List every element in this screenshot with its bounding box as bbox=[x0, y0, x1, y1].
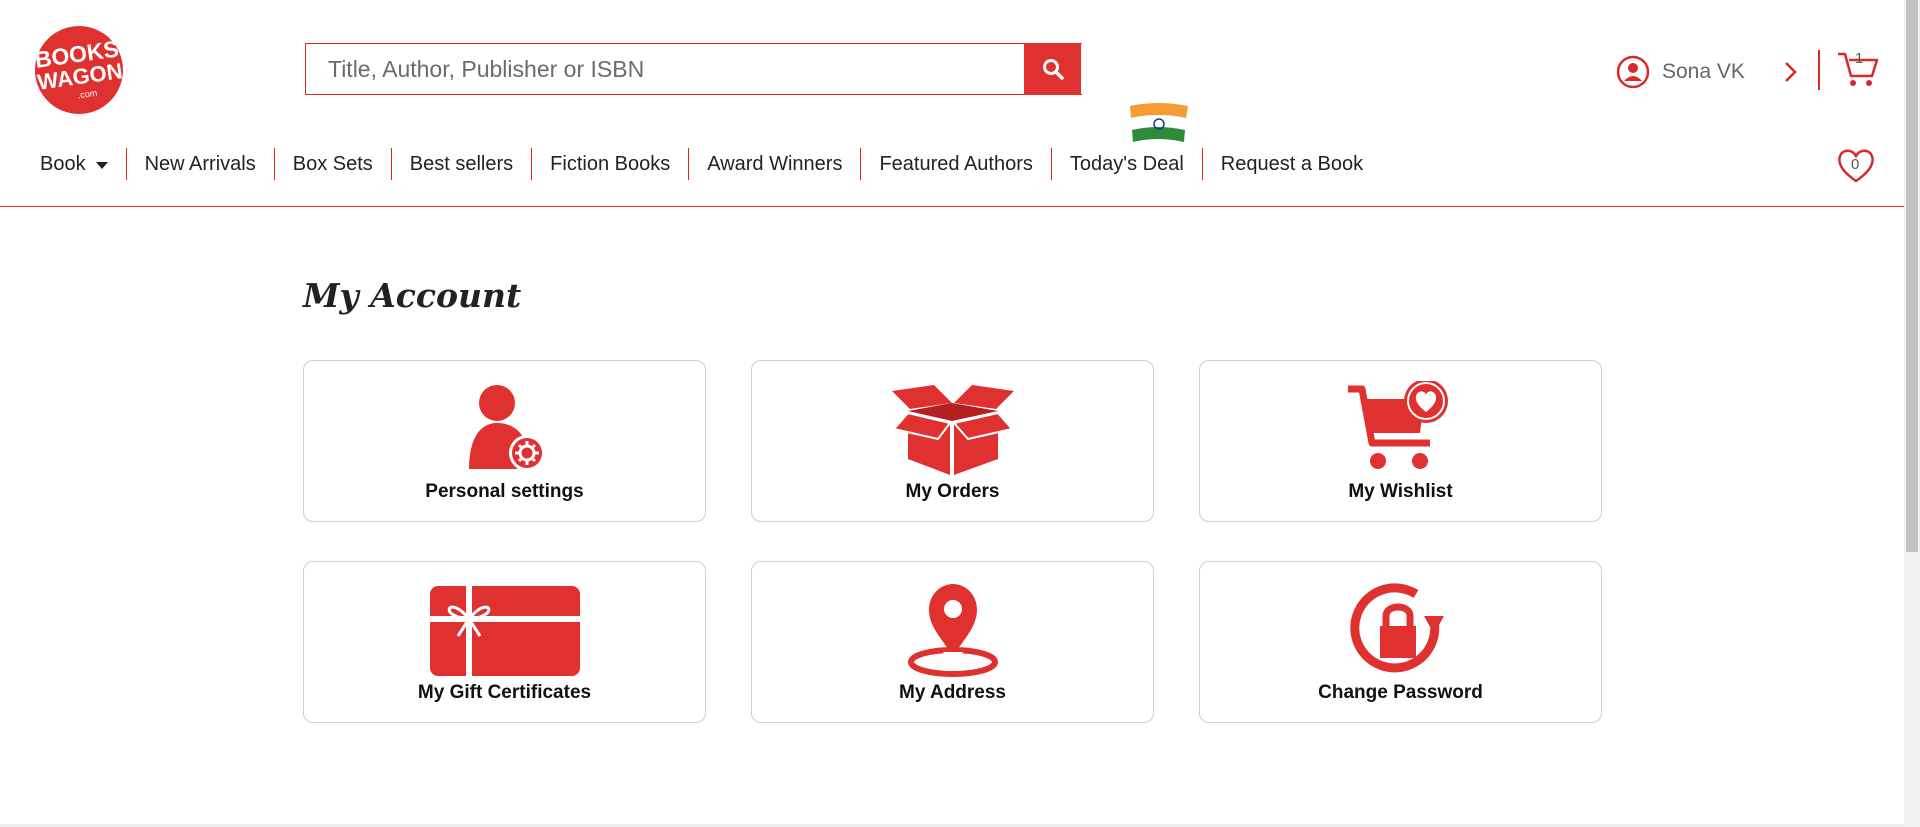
user-circle-icon bbox=[1616, 55, 1650, 89]
card-label: Personal settings bbox=[425, 481, 584, 502]
nav-best-sellers[interactable]: Best sellers bbox=[390, 148, 531, 180]
nav-box-sets[interactable]: Box Sets bbox=[273, 148, 391, 180]
search-button[interactable] bbox=[1024, 43, 1081, 95]
card-label: My Wishlist bbox=[1348, 481, 1453, 502]
bookswagon-logo[interactable]: BOOKS WAGON .com bbox=[24, 24, 134, 116]
nav-label: Featured Authors bbox=[879, 152, 1033, 175]
nav-book-dropdown[interactable]: Book bbox=[26, 148, 126, 180]
user-account-link[interactable]: Sona VK bbox=[1616, 52, 1745, 92]
nav-label: Book bbox=[40, 152, 86, 175]
card-personal-settings[interactable]: Personal settings bbox=[303, 360, 706, 522]
card-my-gift-certificates[interactable]: My Gift Certificates bbox=[303, 561, 706, 723]
header-divider bbox=[1818, 50, 1820, 90]
search-input[interactable] bbox=[328, 55, 1082, 83]
wishlist-count: 0 bbox=[1851, 156, 1860, 173]
nav-label: New Arrivals bbox=[144, 152, 256, 175]
nav-label: Request a Book bbox=[1220, 152, 1364, 175]
search-icon bbox=[1042, 59, 1064, 80]
nav-label: Box Sets bbox=[292, 152, 373, 175]
card-my-address[interactable]: My Address bbox=[751, 561, 1154, 723]
nav-todays-deal[interactable]: Today's Deal bbox=[1050, 148, 1202, 180]
nav-award-winners[interactable]: Award Winners bbox=[688, 148, 860, 180]
map-pin-icon bbox=[907, 584, 998, 677]
card-label: Change Password bbox=[1318, 682, 1483, 703]
nav-featured-authors[interactable]: Featured Authors bbox=[860, 148, 1050, 180]
caret-down-icon bbox=[95, 161, 108, 169]
account-options-grid: Personal settings My Orders My Wishlist … bbox=[303, 360, 1603, 724]
card-my-wishlist[interactable]: My Wishlist bbox=[1199, 360, 1602, 522]
card-change-password[interactable]: Change Password bbox=[1199, 561, 1602, 723]
open-box-icon bbox=[891, 385, 1014, 475]
india-flag-icon[interactable] bbox=[1128, 102, 1190, 146]
search-box bbox=[305, 43, 1082, 95]
nav-request-a-book[interactable]: Request a Book bbox=[1201, 148, 1381, 180]
nav-label: Today's Deal bbox=[1069, 152, 1184, 175]
nav-label: Award Winners bbox=[707, 152, 843, 175]
site-header: BOOKS WAGON .com Sona VK 1 bbox=[0, 0, 1904, 207]
gift-card-icon bbox=[429, 586, 580, 676]
card-label: My Orders bbox=[905, 481, 1000, 502]
main-nav: Book New Arrivals Box Sets Best sellers … bbox=[26, 146, 1381, 182]
card-my-orders[interactable]: My Orders bbox=[751, 360, 1154, 522]
cart-count: 1 bbox=[1855, 50, 1864, 67]
card-label: My Address bbox=[899, 682, 1006, 703]
cart-heart-icon bbox=[1347, 381, 1448, 469]
chevron-right-icon[interactable] bbox=[1780, 60, 1800, 84]
lock-refresh-icon bbox=[1349, 583, 1444, 673]
nav-label: Fiction Books bbox=[550, 152, 671, 175]
scrollbar-thumb[interactable] bbox=[1906, 0, 1918, 552]
nav-fiction-books[interactable]: Fiction Books bbox=[531, 148, 688, 180]
user-name: Sona VK bbox=[1662, 60, 1745, 83]
nav-label: Best sellers bbox=[409, 152, 514, 175]
user-settings-icon bbox=[468, 385, 545, 471]
page-title: My Account bbox=[303, 276, 522, 315]
nav-new-arrivals[interactable]: New Arrivals bbox=[125, 148, 274, 180]
card-label: My Gift Certificates bbox=[417, 682, 592, 703]
